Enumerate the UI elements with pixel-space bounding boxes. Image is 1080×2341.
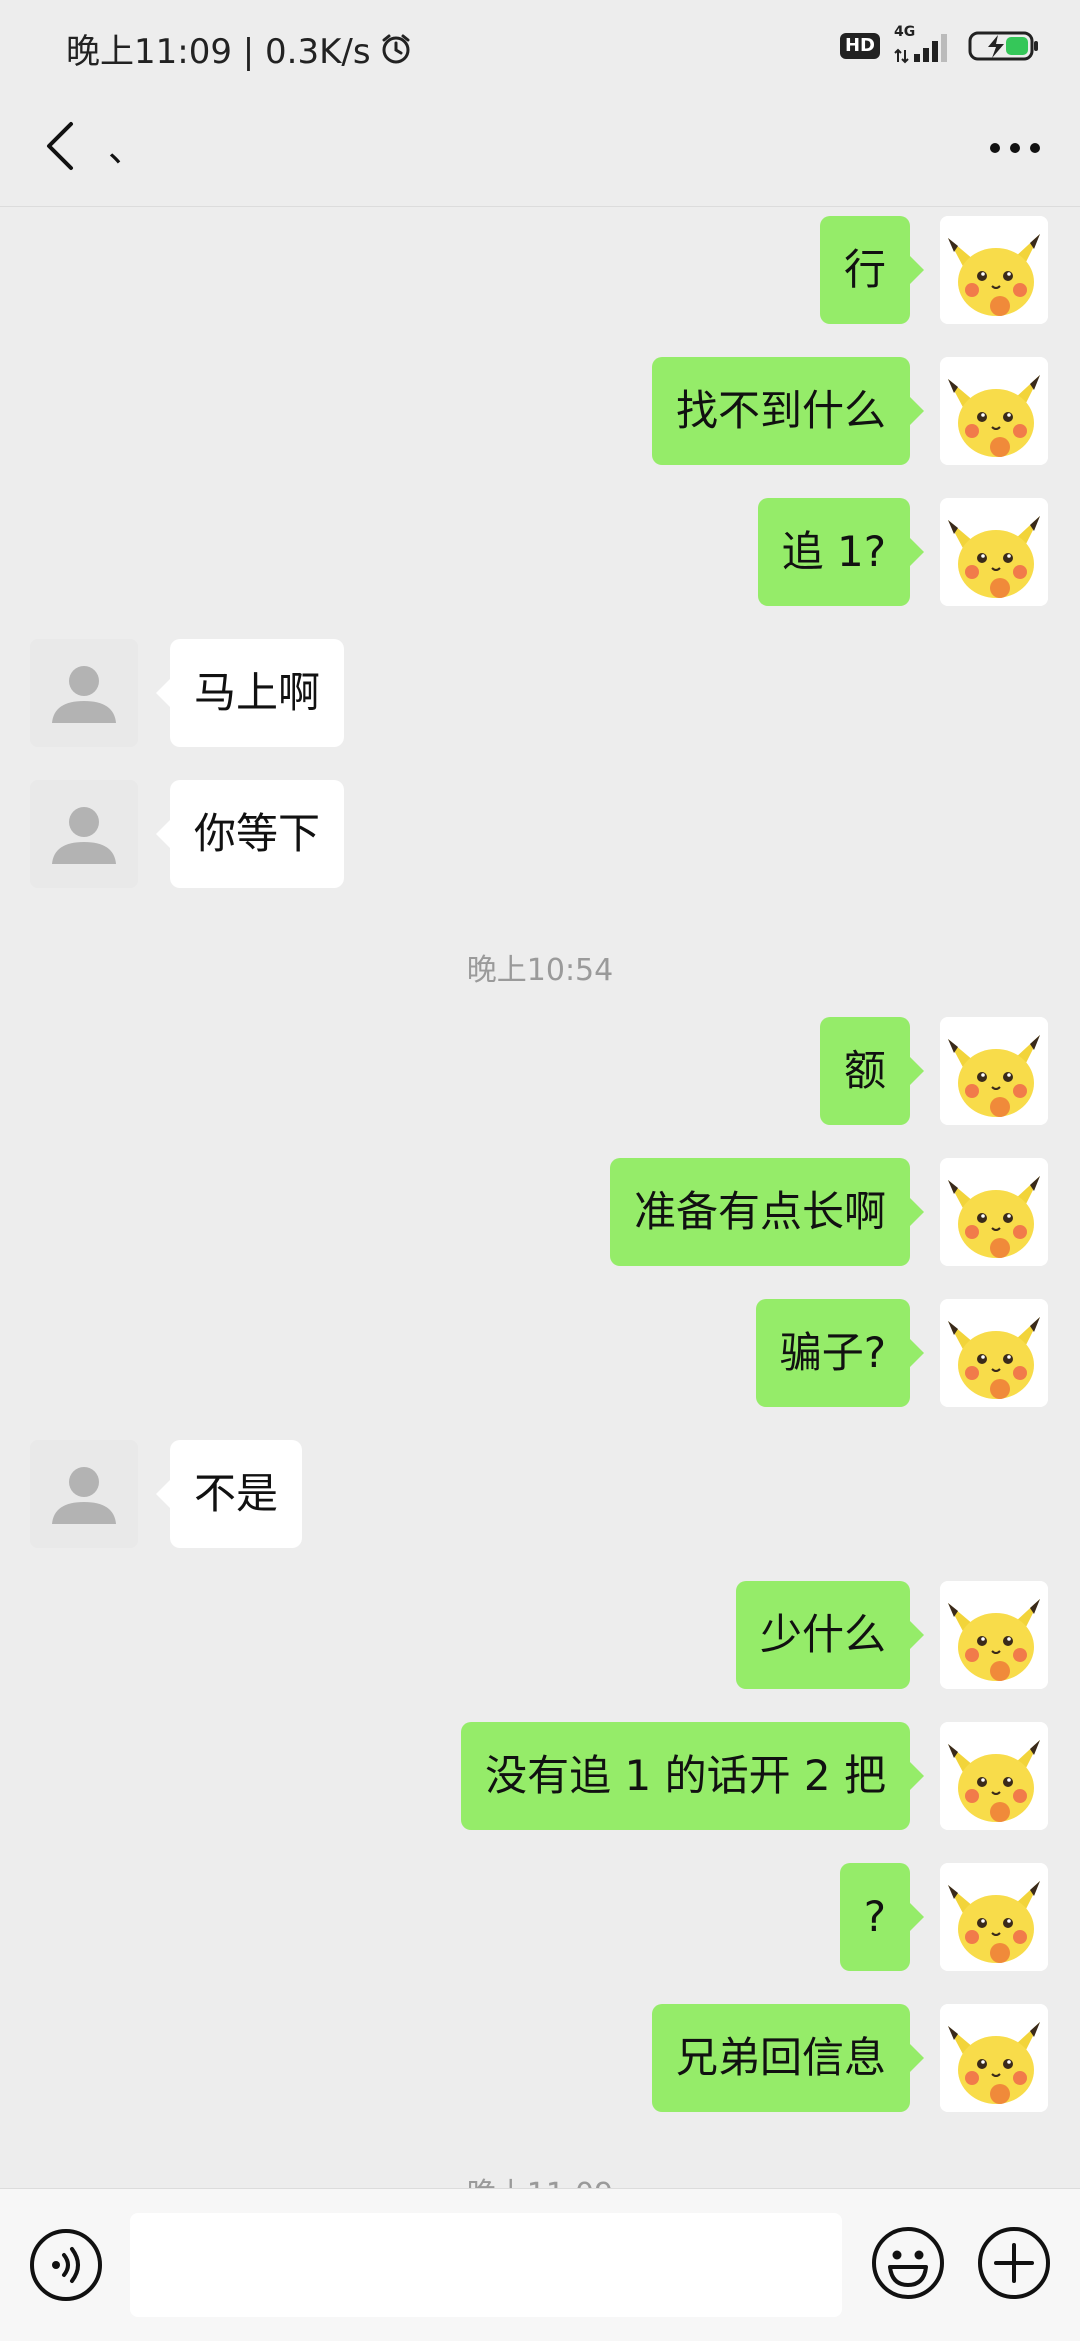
sent-message-bubble[interactable]: 少什么 <box>735 1581 925 1689</box>
status-bar: 晚上11:09 | 0.3K/s HD 4G <box>0 0 1080 92</box>
chat-title: 、 <box>108 129 145 170</box>
message-input[interactable] <box>130 2213 842 2317</box>
sent-message-bubble[interactable]: 准备有点长啊 <box>609 1158 925 1266</box>
message-row-received: 你等下 <box>0 780 1080 888</box>
my-avatar[interactable] <box>940 1863 1048 1971</box>
emoji-icon <box>872 2227 944 2299</box>
timestamp-label: 晚上10:54 <box>466 953 614 988</box>
timestamp-label: 晚上11:09 <box>0 2169 1080 2188</box>
contact-avatar[interactable] <box>30 639 138 747</box>
sent-message-bubble[interactable]: 追 1? <box>757 498 925 606</box>
hd-badge: HD <box>839 33 880 59</box>
sent-message-bubble[interactable]: 行 <box>819 216 925 324</box>
my-avatar[interactable] <box>940 2004 1048 2112</box>
status-right: HD 4G <box>839 24 1040 64</box>
voice-icon <box>30 2229 102 2301</box>
message-row-sent: ? <box>0 1863 1080 1971</box>
message-row-received: 马上啊 <box>0 639 1080 747</box>
more-functions-button[interactable] <box>976 2225 1052 2301</box>
received-message-bubble[interactable]: 马上啊 <box>155 639 345 747</box>
message-row-sent: 行 <box>0 216 1080 324</box>
my-avatar[interactable] <box>940 498 1048 606</box>
more-dots-icon <box>990 143 1040 153</box>
message-row-sent: 少什么 <box>0 1581 1080 1689</box>
my-avatar[interactable] <box>940 1722 1048 1830</box>
contact-avatar[interactable] <box>30 1440 138 1548</box>
my-avatar[interactable] <box>940 1299 1048 1407</box>
received-message-bubble[interactable]: 你等下 <box>155 780 345 888</box>
signal-icon: 4G <box>894 24 954 64</box>
sent-message-bubble[interactable]: 找不到什么 <box>651 357 925 465</box>
status-time-speed: 晚上11:09 | 0.3K/s <box>66 32 371 72</box>
sent-message-bubble[interactable]: 骗子? <box>755 1299 925 1407</box>
message-row-sent: 找不到什么 <box>0 357 1080 465</box>
my-avatar[interactable] <box>940 357 1048 465</box>
my-avatar[interactable] <box>940 216 1048 324</box>
battery-icon <box>968 31 1038 61</box>
my-avatar[interactable] <box>940 1581 1048 1689</box>
status-left: 晚上11:09 | 0.3K/s <box>66 24 413 73</box>
emoji-button[interactable] <box>870 2225 946 2301</box>
chevron-left-icon <box>47 122 73 170</box>
sent-message-bubble[interactable]: 兄弟回信息 <box>651 2004 925 2112</box>
message-row-received: 不是 <box>0 1440 1080 1548</box>
input-bar <box>0 2188 1080 2341</box>
message-row-sent: 准备有点长啊 <box>0 1158 1080 1266</box>
my-avatar[interactable] <box>940 1017 1048 1125</box>
sent-message-bubble[interactable]: 没有追 1 的话开 2 把 <box>461 1722 924 1830</box>
plus-icon <box>978 2227 1050 2299</box>
chat-header: 、 <box>0 92 1080 207</box>
back-button[interactable] <box>30 116 90 176</box>
message-row-sent: 兄弟回信息 <box>0 2004 1080 2112</box>
message-row-sent: 追 1? <box>0 498 1080 606</box>
alarm-clock-icon <box>382 34 410 63</box>
voice-button[interactable] <box>28 2227 104 2303</box>
message-list[interactable]: 行找不到什么追 1? 马上啊你等下晚上10:54 额准备有点长啊骗子? 不是少什么没有… <box>0 206 1080 2188</box>
contact-avatar[interactable] <box>30 780 138 888</box>
message-row-sent: 额 <box>0 1017 1080 1125</box>
message-row-sent: 骗子? <box>0 1299 1080 1407</box>
received-message-bubble[interactable]: 不是 <box>155 1440 303 1548</box>
sent-message-bubble[interactable]: 额 <box>819 1017 925 1125</box>
message-row-sent: 没有追 1 的话开 2 把 <box>0 1722 1080 1830</box>
sent-message-bubble[interactable]: ? <box>839 1863 925 1971</box>
more-button[interactable] <box>980 118 1050 178</box>
my-avatar[interactable] <box>940 1158 1048 1266</box>
